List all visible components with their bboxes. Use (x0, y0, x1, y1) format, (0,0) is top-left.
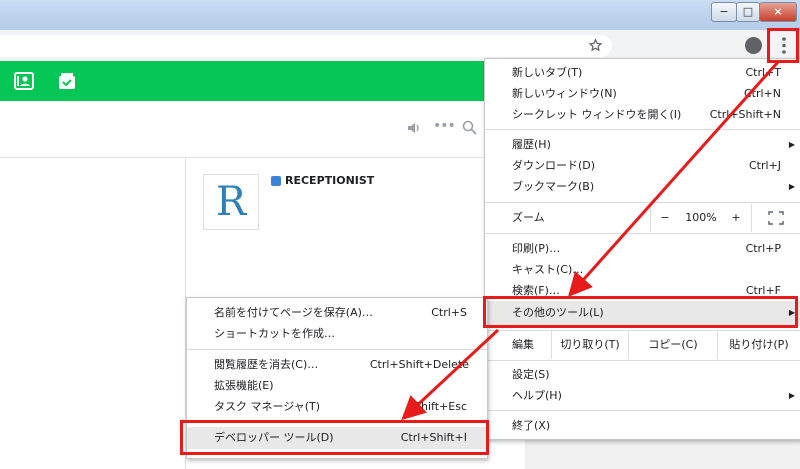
cut-button[interactable]: 切り取り(T) (551, 331, 628, 359)
submenu-arrow-icon: ▶ (788, 140, 795, 149)
maximize-button[interactable]: □ (736, 2, 760, 22)
more-options-icon[interactable]: ••• (433, 118, 456, 134)
logo: R (215, 179, 247, 225)
zoom-out-button[interactable]: − (650, 204, 679, 232)
chat-box-icon[interactable] (57, 71, 77, 91)
menu-item-bookmarks[interactable]: ブックマーク(B) ▶ (485, 176, 800, 197)
copy-button[interactable]: コピー(C) (628, 331, 717, 359)
submenu-arrow-icon: ▶ (788, 391, 795, 400)
contacts-icon[interactable] (14, 72, 34, 90)
menu-item-incognito[interactable]: シークレット ウィンドウを開く(I) Ctrl+Shift+N (485, 104, 800, 125)
fullscreen-icon[interactable] (751, 204, 800, 232)
zoom-level: 100% (685, 211, 717, 224)
menu-item-print[interactable]: 印刷(P)… Ctrl+P (485, 238, 800, 259)
menu-separator (485, 202, 800, 203)
submenu-item-create-shortcut[interactable]: ショートカットを作成… (187, 323, 487, 344)
sender-name: RECEPTIONIST (285, 174, 375, 187)
submenu-item-task-manager[interactable]: タスク マネージャ(T) Shift+Esc (187, 396, 487, 417)
highlight-box-more-tools (483, 296, 798, 328)
highlight-box-devtools (180, 420, 489, 455)
avatar[interactable]: R (203, 174, 259, 230)
menu-item-settings[interactable]: 設定(S) (485, 364, 800, 385)
submenu-item-clear-data[interactable]: 閲覧履歴を消去(C)… Ctrl+Shift+Delete (187, 354, 487, 375)
menu-item-downloads[interactable]: ダウンロード(D) Ctrl+J (485, 155, 800, 176)
window-title-bar: − □ × (0, 0, 800, 30)
menu-item-history[interactable]: 履歴(H) ▶ (485, 134, 800, 155)
close-window-button[interactable]: × (759, 2, 797, 22)
menu-item-edit: 編集 切り取り(T) コピー(C) 貼り付け(P) (485, 331, 800, 359)
menu-separator (485, 129, 800, 130)
menu-item-exit[interactable]: 終了(X) (485, 415, 800, 436)
menu-item-help[interactable]: ヘルプ(H) ▶ (485, 385, 800, 406)
menu-item-zoom: ズーム − 100% + (485, 204, 800, 232)
menu-separator (485, 360, 800, 361)
menu-separator (485, 410, 800, 411)
chrome-main-menu: 新しいタブ(T) Ctrl+T 新しいウィンドウ(N) Ctrl+N シークレット … (484, 58, 800, 440)
submenu-item-save-page[interactable]: 名前を付けてページを保存(A)… Ctrl+S (187, 302, 487, 323)
menu-item-new-window[interactable]: 新しいウィンドウ(N) Ctrl+N (485, 83, 800, 104)
menu-separator (187, 349, 487, 350)
search-icon[interactable] (462, 120, 477, 135)
speaker-icon[interactable] (407, 121, 421, 135)
menu-item-cast[interactable]: キャスト(C)… (485, 259, 800, 280)
address-bar[interactable] (0, 35, 612, 57)
menu-separator (485, 233, 800, 234)
bot-icon (271, 176, 281, 186)
minimize-button[interactable]: − (711, 2, 737, 22)
menu-item-new-tab[interactable]: 新しいタブ(T) Ctrl+T (485, 62, 800, 83)
highlight-box-menu-button (767, 28, 799, 63)
star-icon[interactable] (588, 38, 603, 53)
zoom-in-button[interactable]: + (723, 204, 749, 232)
profile-icon[interactable] (745, 37, 762, 54)
submenu-arrow-icon: ▶ (788, 182, 795, 191)
paste-button[interactable]: 貼り付け(P) (717, 331, 800, 359)
submenu-item-extensions[interactable]: 拡張機能(E) (187, 375, 487, 396)
